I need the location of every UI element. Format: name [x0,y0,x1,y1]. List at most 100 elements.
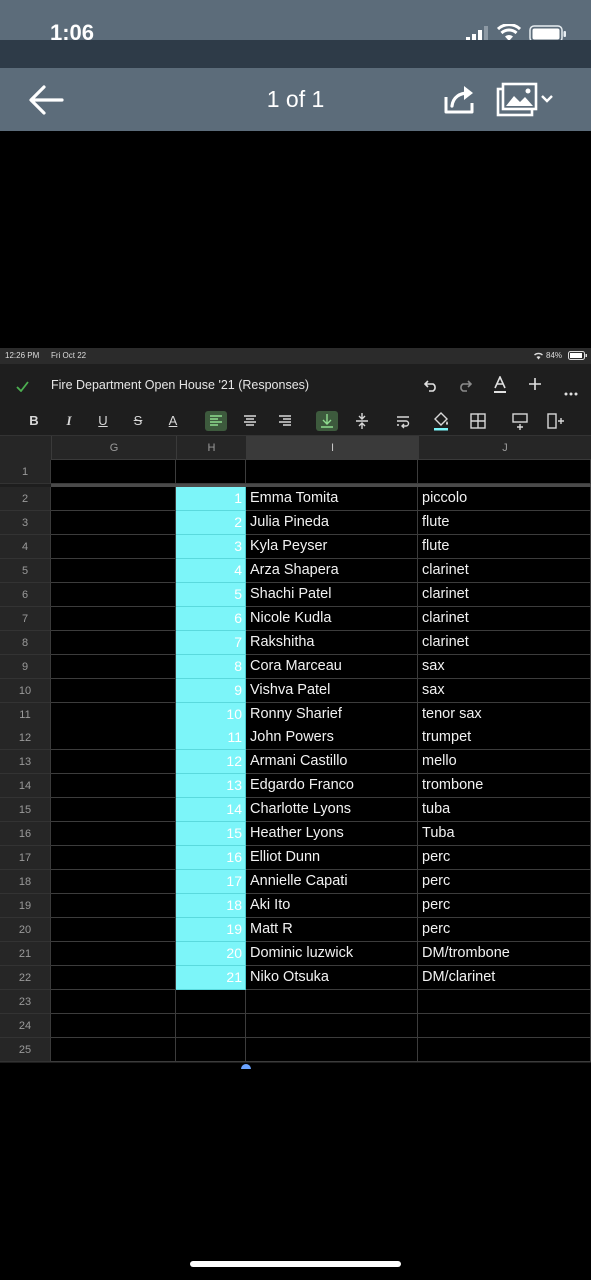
cell-name[interactable]: Rakshitha [246,630,418,655]
cell-name[interactable]: Vishva Patel [246,678,418,703]
cell-name[interactable]: Cora Marceau [246,654,418,679]
cell-name[interactable]: Edgardo Franco [246,774,418,799]
cell-g[interactable] [51,510,176,535]
cell-g[interactable] [51,774,176,799]
cell-h[interactable]: 10 [176,702,246,727]
cell-h[interactable]: 14 [176,798,246,823]
cell-h[interactable]: 6 [176,606,246,631]
insert-row-icon[interactable] [511,411,529,436]
cell-h[interactable]: 7 [176,630,246,655]
cell-g[interactable] [51,750,176,775]
cell-h[interactable]: 20 [176,942,246,966]
cell-instrument[interactable]: clarinet [418,606,591,631]
cell-g[interactable] [51,558,176,583]
cell-h[interactable]: 1 [176,486,246,511]
cell-name[interactable]: Armani Castillo [246,750,418,775]
italic-button[interactable]: I [62,412,76,430]
cell-instrument[interactable]: piccolo [418,486,591,511]
underline-button[interactable]: U [96,412,110,430]
column-header-i[interactable]: I [246,436,418,460]
row-number[interactable]: 13 [0,750,51,775]
cell-h[interactable]: 13 [176,774,246,799]
cell-g[interactable] [51,1037,176,1062]
cell-instrument[interactable] [418,1013,591,1038]
cell-h[interactable] [176,1037,246,1062]
cell-instrument[interactable]: sax [418,678,591,703]
wrap-text-icon[interactable] [394,411,412,436]
cell-g[interactable] [51,606,176,631]
cell-instrument[interactable]: DM/trombone [418,942,591,966]
text-format-icon[interactable] [493,375,507,399]
share-icon[interactable] [441,81,477,122]
cell-g[interactable] [51,702,176,727]
cell-name[interactable]: Emma Tomita [246,486,418,511]
check-icon[interactable] [16,379,29,397]
cell-h[interactable]: 21 [176,965,246,990]
cell-name[interactable]: Aki Ito [246,894,418,919]
cell-instrument[interactable]: sax [418,654,591,679]
row-number[interactable]: 20 [0,918,51,943]
cell-h[interactable]: 3 [176,534,246,559]
cell-instrument[interactable]: DM/clarinet [418,965,591,990]
row-number[interactable]: 23 [0,989,51,1014]
column-header-g[interactable]: G [51,436,176,460]
borders-icon[interactable] [469,411,487,436]
cell-g[interactable] [51,942,176,966]
cell-h[interactable] [176,1013,246,1038]
cell-instrument[interactable]: tuba [418,798,591,823]
redo-icon[interactable] [458,378,473,397]
cell-instrument[interactable] [418,460,591,484]
cell-instrument[interactable]: perc [418,894,591,919]
cell-name[interactable]: Kyla Peyser [246,534,418,559]
cell-name[interactable]: Heather Lyons [246,822,418,847]
cell-instrument[interactable]: perc [418,870,591,895]
cell-g[interactable] [51,870,176,895]
cell-g[interactable] [51,630,176,655]
row-number[interactable]: 9 [0,654,51,679]
row-number[interactable]: 1 [0,460,51,484]
cell-g[interactable] [51,486,176,511]
cell-instrument[interactable] [418,989,591,1014]
row-number[interactable]: 16 [0,822,51,847]
cell-name[interactable]: Charlotte Lyons [246,798,418,823]
row-number[interactable]: 8 [0,630,51,655]
cell-instrument[interactable]: flute [418,534,591,559]
corner-cell[interactable] [0,436,51,460]
cell-h[interactable]: 16 [176,846,246,871]
row-number[interactable]: 14 [0,774,51,799]
cell-h[interactable]: 4 [176,558,246,583]
cell-g[interactable] [51,582,176,607]
cell-name[interactable]: Arza Shapera [246,558,418,583]
cell-h[interactable]: 12 [176,750,246,775]
row-number[interactable]: 22 [0,965,51,990]
cell-h[interactable]: 19 [176,918,246,943]
row-number[interactable]: 12 [0,726,51,751]
cell-g[interactable] [51,918,176,943]
row-number[interactable]: 25 [0,1037,51,1062]
align-left-icon[interactable] [205,411,227,431]
insert-column-icon[interactable] [546,411,564,436]
cell-g[interactable] [51,846,176,871]
cell-name[interactable] [246,1037,418,1062]
row-number[interactable]: 11 [0,702,51,727]
cell-g[interactable] [51,534,176,559]
undo-icon[interactable] [423,378,438,397]
fill-color-icon[interactable] [431,410,451,437]
cell-h[interactable]: 18 [176,894,246,919]
row-number[interactable]: 4 [0,534,51,559]
row-number[interactable]: 15 [0,798,51,823]
row-number[interactable]: 5 [0,558,51,583]
cell-instrument[interactable]: Tuba [418,822,591,847]
cell-name[interactable] [246,1013,418,1038]
cell-name[interactable]: Annielle Capati [246,870,418,895]
cell-g[interactable] [51,822,176,847]
cell-name[interactable] [246,460,418,484]
cell-name[interactable]: Shachi Patel [246,582,418,607]
cell-name[interactable]: Niko Otsuka [246,965,418,990]
bold-button[interactable]: B [27,412,41,430]
column-header-h[interactable]: H [176,436,246,460]
row-number[interactable]: 2 [0,486,51,511]
cell-instrument[interactable] [418,1037,591,1062]
cell-instrument[interactable]: tenor sax [418,702,591,727]
cell-instrument[interactable]: perc [418,918,591,943]
